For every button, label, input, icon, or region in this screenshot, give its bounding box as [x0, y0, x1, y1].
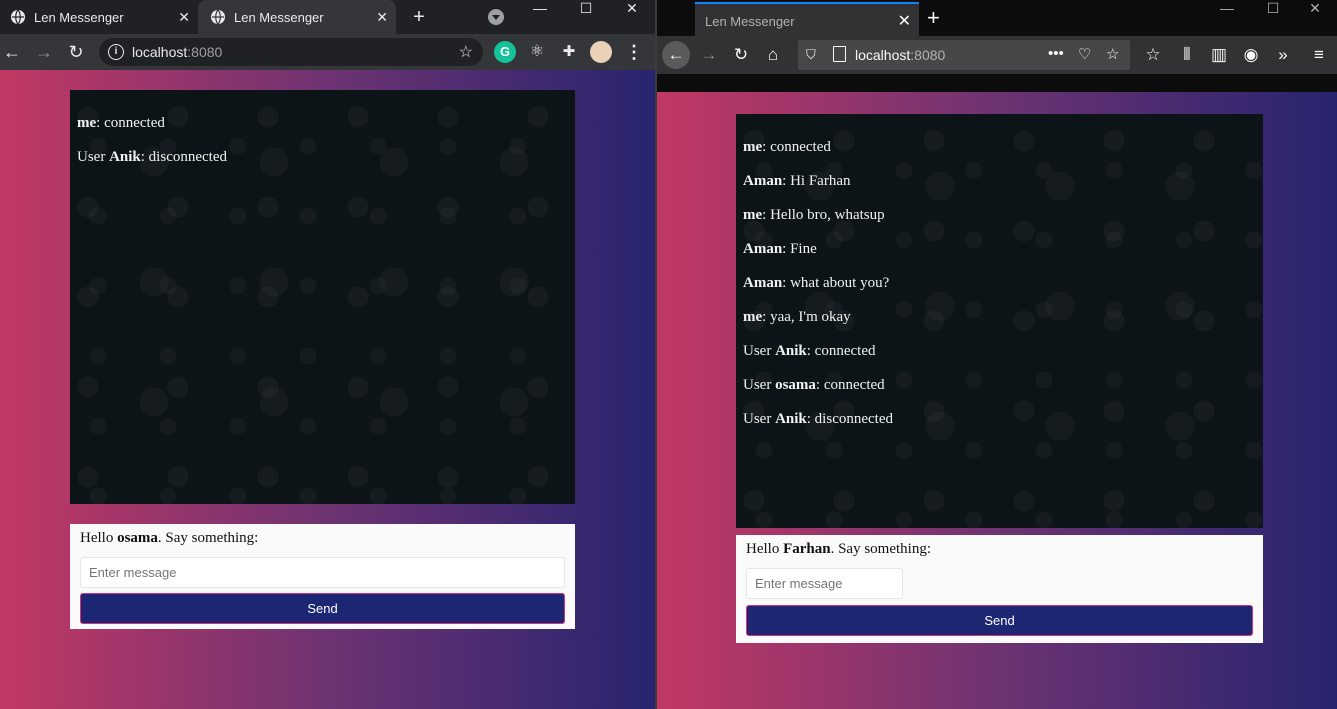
overflow-chevron-icon[interactable]: » [1269, 41, 1297, 69]
chrome-tab-bar: Len Messenger ✕ Len Messenger ✕ + — ☐ ✕ [0, 0, 655, 34]
reload-icon[interactable]: ↻ [64, 40, 88, 64]
chat-message: Aman: Hi Farhan [743, 173, 851, 189]
address-url: localhost:8080 [132, 44, 223, 60]
page-info-icon[interactable] [833, 46, 846, 62]
tab-title: Len Messenger [705, 14, 795, 29]
chat-message: me: connected [743, 139, 831, 155]
grammarly-icon[interactable]: G [494, 41, 516, 63]
minimize-button[interactable]: — [1205, 0, 1249, 30]
compose-panel: Hello Farhan. Say something: Send [736, 535, 1263, 643]
profile-avatar[interactable] [590, 41, 612, 63]
chat-message: me: connected [77, 115, 165, 131]
chat-message: me: Hello bro, whatsup [743, 207, 885, 223]
maximize-button[interactable]: ☐ [564, 0, 608, 30]
minimize-button[interactable]: — [518, 0, 562, 30]
menu-kebab-icon[interactable]: ⋮ [622, 40, 646, 64]
reload-icon[interactable]: ↻ [727, 41, 755, 69]
bookmark-star-icon[interactable]: ☆ [1106, 45, 1119, 63]
sidebar-icon[interactable]: ▥ [1205, 41, 1233, 69]
message-input[interactable] [80, 557, 565, 588]
pocket-icon[interactable]: ♡ [1078, 45, 1091, 63]
page-actions-icon[interactable]: ••• [1048, 45, 1064, 62]
chat-message: User Anik: disconnected [77, 149, 227, 165]
firefox-toolbar: ← → ↻ ⌂ ⛉ localhost:8080 ••• ♡ ☆ ☆ ⫴ ▥ ◉… [657, 36, 1337, 74]
send-button[interactable]: Send [80, 593, 565, 624]
compose-panel: Hello osama. Say something: Send [70, 524, 575, 629]
chat-message: User Anik: disconnected [743, 411, 893, 427]
chrome-window: Len Messenger ✕ Len Messenger ✕ + — ☐ ✕ … [0, 0, 655, 709]
tab-len-messenger-2[interactable]: Len Messenger ✕ [198, 0, 396, 34]
forward-arrow-icon[interactable]: → [695, 41, 723, 69]
menu-hamburger-icon[interactable]: ≡ [1305, 41, 1333, 69]
greeting: Hello Farhan. Say something: [746, 541, 932, 557]
chat-messages: me: connected Aman: Hi Farhan me: Hello … [736, 114, 1263, 528]
address-bar[interactable]: ⛉ localhost:8080 ••• ♡ ☆ [798, 40, 1130, 70]
firefox-window: Len Messenger ✕ + — ☐ ✕ ← → ↻ ⌂ ⛉ localh… [657, 0, 1337, 709]
tab-close-icon[interactable]: ✕ [898, 11, 911, 31]
tab-len-messenger[interactable]: Len Messenger ✕ [695, 2, 919, 36]
tab-close-icon[interactable]: ✕ [178, 9, 190, 26]
bookmarks-strip [657, 74, 1337, 92]
tab-title: Len Messenger [34, 9, 124, 25]
tab-close-icon[interactable]: ✕ [376, 9, 388, 26]
address-url: localhost:8080 [855, 47, 946, 63]
close-window-button[interactable]: ✕ [610, 0, 654, 30]
chat-message: me: yaa, I'm okay [743, 309, 851, 325]
chat-message: User Anik: connected [743, 343, 876, 359]
greeting: Hello osama. Say something: [80, 530, 259, 546]
new-tab-button[interactable]: + [409, 6, 429, 29]
firefox-tab-bar: Len Messenger ✕ + — ☐ ✕ [657, 0, 1337, 36]
bookmarks-star-icon[interactable]: ☆ [1139, 41, 1167, 69]
maximize-button[interactable]: ☐ [1251, 0, 1295, 30]
send-button[interactable]: Send [746, 605, 1253, 636]
chat-message: Aman: what about you? [743, 275, 890, 291]
chat-messages: me: connected User Anik: disconnected [70, 90, 575, 504]
address-bar[interactable]: i localhost:8080 ☆ [99, 38, 483, 66]
chat-message: User osama: connected [743, 377, 885, 393]
back-arrow-icon[interactable]: ← [662, 41, 690, 69]
globe-icon [11, 9, 25, 25]
account-icon[interactable]: ◉ [1237, 41, 1265, 69]
chrome-toolbar: ← → ↻ i localhost:8080 ☆ G ⚛ ✚ ⋮ [0, 34, 655, 70]
new-tab-button[interactable]: + [927, 5, 940, 31]
chat-message: Aman: Fine [743, 241, 817, 257]
library-icon[interactable]: ⫴ [1173, 41, 1201, 69]
bookmark-star-icon[interactable]: ☆ [459, 42, 473, 62]
forward-arrow-icon[interactable]: → [32, 40, 56, 64]
tab-search-icon[interactable] [488, 9, 504, 25]
tab-title: Len Messenger [234, 9, 324, 25]
page-background: me: connected User Anik: disconnected He… [0, 70, 655, 709]
tab-len-messenger-1[interactable]: Len Messenger ✕ [0, 0, 198, 34]
extensions-puzzle-icon[interactable]: ✚ [558, 41, 580, 63]
tracking-shield-icon[interactable]: ⛉ [806, 47, 816, 63]
globe-icon [211, 9, 225, 25]
close-window-button[interactable]: ✕ [1293, 0, 1337, 30]
react-devtools-icon[interactable]: ⚛ [526, 41, 548, 63]
site-info-icon[interactable]: i [108, 44, 124, 60]
page-background: me: connected Aman: Hi Farhan me: Hello … [657, 92, 1337, 709]
back-arrow-icon[interactable]: ← [0, 40, 24, 64]
home-icon[interactable]: ⌂ [759, 41, 787, 69]
message-input[interactable] [746, 568, 903, 599]
